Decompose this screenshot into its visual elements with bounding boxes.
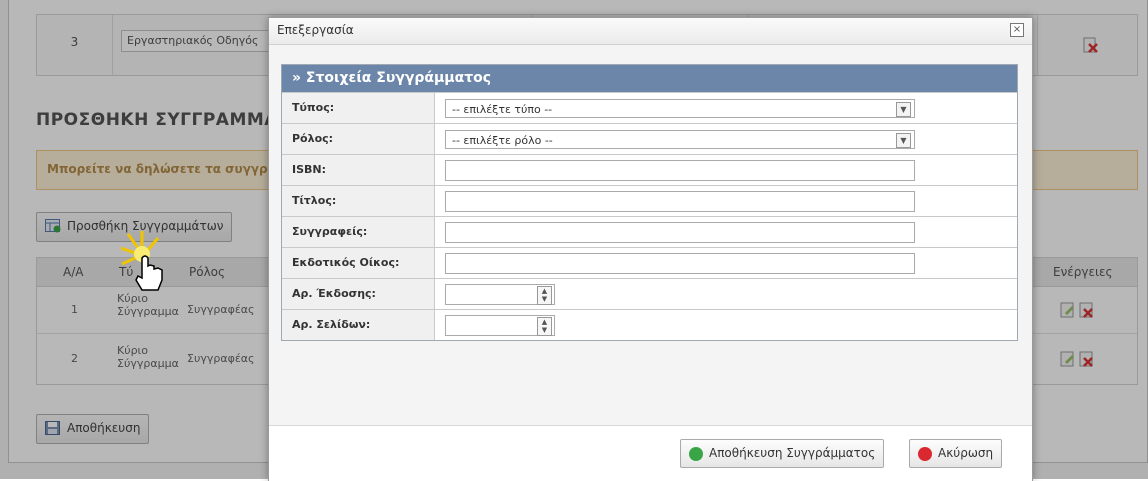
authors-label: Συγγραφείς: — [282, 217, 435, 247]
book-details-form: » Στοιχεία Συγγράμματος Τύπος: -- επιλέξ… — [281, 64, 1018, 341]
title-input[interactable] — [445, 191, 915, 212]
dialog-footer: Αποθήκευση Συγγράμματος Ακύρωση — [269, 425, 1032, 481]
field-row-title: Τίτλος: — [282, 185, 1017, 216]
cancel-label: Ακύρωση — [938, 446, 994, 460]
field-row-type: Τύπος: -- επιλέξτε τύπο -- ▼ — [282, 92, 1017, 123]
role-select[interactable]: -- επιλέξτε ρόλο -- ▼ — [445, 130, 915, 149]
field-row-pages: Αρ. Σελίδων: ▲ ▼ — [282, 309, 1017, 340]
form-section-header: » Στοιχεία Συγγράμματος — [282, 65, 1017, 92]
close-icon[interactable]: × — [1010, 23, 1024, 37]
field-row-role: Ρόλος: -- επιλέξτε ρόλο -- ▼ — [282, 123, 1017, 154]
dialog-titlebar: Επεξεργασία × — [269, 18, 1032, 45]
type-label: Τύπος: — [282, 93, 435, 123]
save-book-label: Αποθήκευση Συγγράμματος — [709, 446, 876, 460]
type-select[interactable]: -- επιλέξτε τύπο -- ▼ — [445, 99, 915, 118]
publisher-input[interactable] — [445, 253, 915, 274]
role-select-value: -- επιλέξτε ρόλο -- — [452, 134, 553, 147]
title-label: Τίτλος: — [282, 186, 435, 216]
isbn-label: ISBN: — [282, 155, 435, 185]
role-label: Ρόλος: — [282, 124, 435, 154]
field-row-publisher: Εκδοτικός Οίκος: — [282, 247, 1017, 278]
cancel-circle-icon — [918, 447, 932, 461]
isbn-input[interactable] — [445, 160, 915, 181]
publisher-label: Εκδοτικός Οίκος: — [282, 248, 435, 278]
pages-spinner[interactable]: ▲ ▼ — [445, 315, 555, 336]
dialog-body: » Στοιχεία Συγγράμματος Τύπος: -- επιλέξ… — [269, 45, 1032, 425]
type-select-value: -- επιλέξτε τύπο -- — [452, 103, 553, 116]
edition-label: Αρ. Έκδοσης: — [282, 279, 435, 309]
save-book-button[interactable]: Αποθήκευση Συγγράμματος — [680, 439, 885, 468]
edit-dialog: Επεξεργασία × » Στοιχεία Συγγράμματος Τύ… — [268, 17, 1033, 481]
chevron-down-icon[interactable]: ▼ — [896, 102, 911, 117]
edition-spinner[interactable]: ▲ ▼ — [445, 284, 555, 305]
authors-input[interactable] — [445, 222, 915, 243]
field-row-edition: Αρ. Έκδοσης: ▲ ▼ — [282, 278, 1017, 309]
field-row-authors: Συγγραφείς: — [282, 216, 1017, 247]
chevron-down-icon[interactable]: ▼ — [896, 133, 911, 148]
dialog-title: Επεξεργασία — [277, 23, 354, 37]
pages-label: Αρ. Σελίδων: — [282, 310, 435, 340]
spinner-arrows-icon[interactable]: ▲ ▼ — [537, 317, 552, 336]
field-row-isbn: ISBN: — [282, 154, 1017, 185]
cancel-button[interactable]: Ακύρωση — [909, 439, 1003, 468]
spinner-arrows-icon[interactable]: ▲ ▼ — [537, 286, 552, 305]
hand-pointer-icon — [120, 231, 163, 291]
plus-circle-icon — [689, 447, 703, 461]
